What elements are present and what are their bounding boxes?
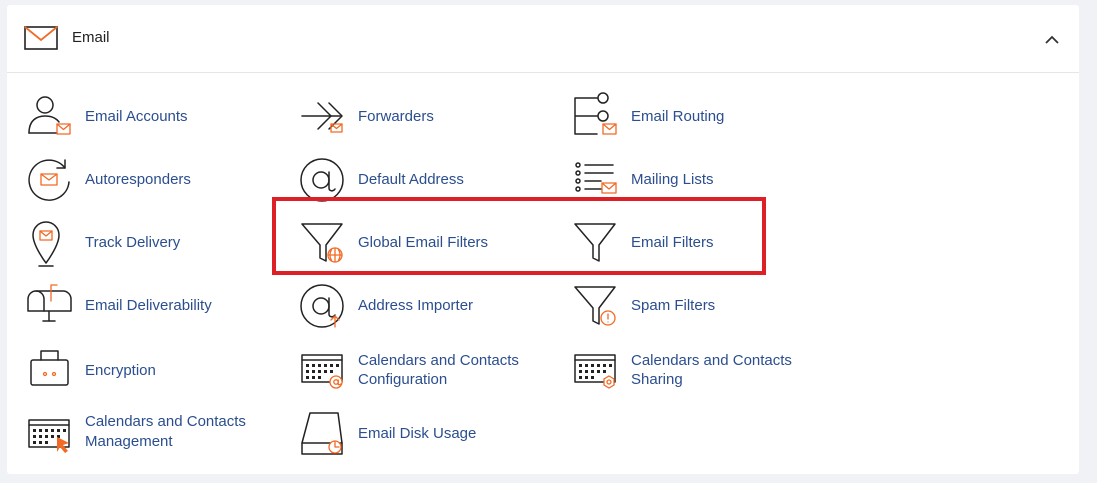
global-email-filters-label: Global Email Filters xyxy=(358,234,489,251)
address-importer-link[interactable]: Address Importer xyxy=(298,281,518,331)
calendars-contacts-sharing-label-line1: Calendars and Contacts xyxy=(631,352,792,369)
encryption-link[interactable]: Encryption xyxy=(25,346,245,396)
encryption-label: Encryption xyxy=(85,362,156,379)
email-accounts-label: Email Accounts xyxy=(85,108,188,125)
mailbox-icon xyxy=(27,284,72,322)
briefcase-lock-icon xyxy=(30,350,69,386)
calendars-contacts-management-link[interactable]: Calendars and Contacts Management xyxy=(25,412,265,462)
mailing-lists-label: Mailing Lists xyxy=(631,171,714,188)
forward-arrows-icon xyxy=(301,102,343,133)
default-address-link[interactable]: Default Address xyxy=(298,155,518,205)
disk-drive-icon xyxy=(301,412,343,455)
email-accounts-link[interactable]: Email Accounts xyxy=(25,92,245,142)
calendars-contacts-management-label-line1: Calendars and Contacts xyxy=(85,413,246,430)
autoresponders-label: Autoresponders xyxy=(85,171,191,188)
spam-filters-label: Spam Filters xyxy=(631,297,716,314)
track-delivery-label: Track Delivery xyxy=(85,234,181,251)
default-address-label: Default Address xyxy=(358,171,464,188)
email-routing-link[interactable]: Email Routing xyxy=(571,92,791,142)
calendars-contacts-management-label-line2: Management xyxy=(85,433,173,450)
track-delivery-link[interactable]: Track Delivery xyxy=(25,218,245,268)
forwarders-label: Forwarders xyxy=(358,108,434,125)
email-disk-usage-label: Email Disk Usage xyxy=(358,425,477,442)
chevron-up-icon[interactable] xyxy=(1041,31,1063,49)
at-sign-icon xyxy=(300,158,344,202)
calendars-contacts-sharing-label-line2: Sharing xyxy=(631,371,683,388)
funnel-warning-icon xyxy=(574,286,616,326)
email-deliverability-link[interactable]: Email Deliverability xyxy=(25,281,245,331)
calendars-contacts-configuration-label-line1: Calendars and Contacts xyxy=(358,352,519,369)
calendars-contacts-configuration-link[interactable]: Calendars and Contacts Configuration xyxy=(298,349,558,399)
list-icon xyxy=(575,162,617,194)
email-section-header[interactable]: Email xyxy=(7,5,1079,73)
envelope-icon xyxy=(24,26,58,50)
map-pin-icon xyxy=(32,221,60,267)
at-sign-import-icon xyxy=(300,284,344,328)
calendar-keyboard-pointer-icon xyxy=(28,419,70,453)
calendar-keyboard-gear-icon xyxy=(574,354,616,389)
email-filters-link[interactable]: Email Filters xyxy=(571,218,791,268)
calendars-contacts-configuration-label-line2: Configuration xyxy=(358,371,448,388)
email-deliverability-label: Email Deliverability xyxy=(85,297,212,314)
section-title: Email xyxy=(72,29,110,46)
spam-filters-link[interactable]: Spam Filters xyxy=(571,281,791,331)
global-email-filters-link[interactable]: Global Email Filters xyxy=(298,218,518,268)
email-routing-label: Email Routing xyxy=(631,108,725,125)
autoresponders-link[interactable]: Autoresponders xyxy=(25,155,245,205)
forwarders-link[interactable]: Forwarders xyxy=(298,92,518,142)
calendar-keyboard-at-icon xyxy=(301,354,343,389)
calendars-contacts-sharing-link[interactable]: Calendars and Contacts Sharing xyxy=(571,349,831,399)
mailing-lists-link[interactable]: Mailing Lists xyxy=(571,155,791,205)
autoresponders-icon xyxy=(28,159,70,201)
funnel-globe-icon xyxy=(301,223,343,263)
email-disk-usage-link[interactable]: Email Disk Usage xyxy=(298,409,518,459)
email-filters-label: Email Filters xyxy=(631,234,714,251)
funnel-icon xyxy=(574,223,616,262)
routing-icon xyxy=(574,92,617,135)
address-importer-label: Address Importer xyxy=(358,297,474,314)
email-accounts-icon xyxy=(28,96,71,135)
